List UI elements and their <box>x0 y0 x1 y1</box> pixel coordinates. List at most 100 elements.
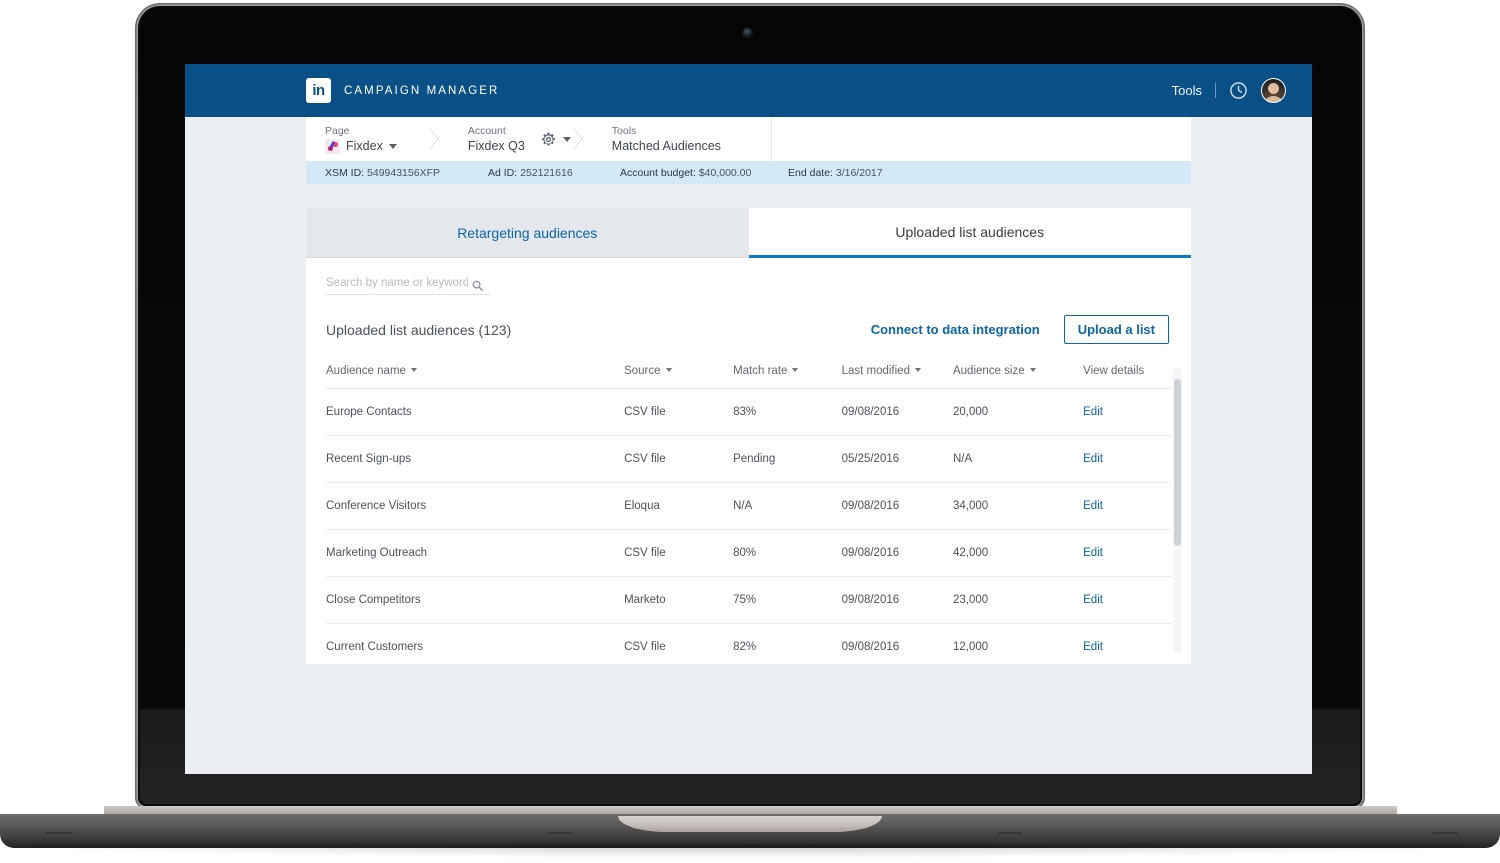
laptop-vent <box>1432 832 1458 836</box>
sort-caret-icon[interactable] <box>666 368 672 372</box>
search-input[interactable] <box>326 277 468 289</box>
column-label: View details <box>1083 365 1144 377</box>
info-account-budget: Account budget: $40,000.00 <box>620 167 788 179</box>
cell-source: CSV file <box>624 530 733 577</box>
table-row[interactable]: Recent Sign-ups CSV file Pending 05/25/2… <box>326 436 1171 483</box>
page-title: CAMPAIGN MANAGER <box>344 85 499 97</box>
clock-icon[interactable] <box>1229 81 1248 100</box>
laptop-shadow <box>0 844 1500 858</box>
content-wrap: Page Fixdex Account Fixdex Q3 <box>185 117 1312 664</box>
laptop-frame: in CAMPAIGN MANAGER Tools Page <box>138 6 1362 806</box>
edit-link[interactable]: Edit <box>1083 406 1103 418</box>
laptop-vent <box>45 832 73 836</box>
cell-match-rate: 82% <box>733 624 842 671</box>
column-header-audience-name[interactable]: Audience name <box>326 365 624 389</box>
cell-match-rate: 80% <box>733 530 842 577</box>
cell-audience-name: Marketing Outreach <box>326 530 624 577</box>
column-header-source[interactable]: Source <box>624 365 733 389</box>
list-header-row: Uploaded list audiences (123) Connect to… <box>326 315 1171 344</box>
breadcrumb-item-page[interactable]: Page Fixdex <box>306 117 427 161</box>
cell-view-details: Edit <box>1083 389 1171 436</box>
chevron-down-icon[interactable] <box>389 144 397 149</box>
sort-caret-icon[interactable] <box>411 368 417 372</box>
cell-audience-size: 12,000 <box>953 624 1083 671</box>
cell-audience-name: Close Competitors <box>326 577 624 624</box>
table-row[interactable]: Conference Visitors Eloqua N/A 09/08/201… <box>326 483 1171 530</box>
info-value: 3/16/2017 <box>836 167 883 179</box>
sort-caret-icon[interactable] <box>792 368 798 372</box>
info-ad-id: Ad ID: 252121616 <box>488 167 620 179</box>
cell-last-modified: 09/08/2016 <box>842 577 953 624</box>
info-end-date: End date: 3/16/2017 <box>788 167 883 179</box>
edit-link[interactable]: Edit <box>1083 547 1103 559</box>
app-header: in CAMPAIGN MANAGER Tools <box>185 64 1312 117</box>
table-row[interactable]: Marketing Outreach CSV file 80% 09/08/20… <box>326 530 1171 577</box>
list-title: Uploaded list audiences (123) <box>326 322 511 338</box>
connect-data-integration-link[interactable]: Connect to data integration <box>871 322 1040 337</box>
webcam-icon <box>743 28 752 37</box>
cell-match-rate: 75% <box>733 577 842 624</box>
list-actions: Connect to data integration Upload a lis… <box>871 315 1169 344</box>
edit-link[interactable]: Edit <box>1083 594 1103 606</box>
table-row[interactable]: Close Competitors Marketo 75% 09/08/2016… <box>326 577 1171 624</box>
cell-match-rate: 83% <box>733 389 842 436</box>
column-label: Audience name <box>326 365 406 377</box>
avatar[interactable] <box>1261 78 1286 103</box>
account-info-strip: XSM ID: 549943156XFP Ad ID: 252121616 Ac… <box>306 161 1191 184</box>
column-label: Match rate <box>733 365 787 377</box>
column-label: Last modified <box>842 365 910 377</box>
edit-link[interactable]: Edit <box>1083 453 1103 465</box>
column-header-audience-size[interactable]: Audience size <box>953 365 1083 389</box>
upload-a-list-button[interactable]: Upload a list <box>1064 315 1169 344</box>
info-xsm-id: XSM ID: 549943156XFP <box>325 167 488 179</box>
header-actions: Tools <box>1172 78 1294 103</box>
edit-link[interactable]: Edit <box>1083 500 1103 512</box>
tab-bar: Retargeting audiences Uploaded list audi… <box>306 208 1191 258</box>
sort-caret-icon[interactable] <box>915 368 921 372</box>
breadcrumb-tools-value: Matched Audiences <box>612 138 721 154</box>
cell-source: Marketo <box>624 577 733 624</box>
breadcrumb-separator <box>571 117 593 161</box>
breadcrumb-item-account[interactable]: Account Fixdex Q3 <box>449 117 555 161</box>
info-value: 252121616 <box>520 167 573 179</box>
audiences-panel: Uploaded list audiences (123) Connect to… <box>306 258 1191 664</box>
cell-last-modified: 09/08/2016 <box>842 624 953 671</box>
cell-source: CSV file <box>624 436 733 483</box>
column-header-last-modified[interactable]: Last modified <box>842 365 953 389</box>
laptop-vent <box>548 832 572 836</box>
header-tools-link[interactable]: Tools <box>1172 83 1202 98</box>
breadcrumb-separator <box>427 117 449 161</box>
cell-audience-size: 20,000 <box>953 389 1083 436</box>
breadcrumb-item-tools[interactable]: Tools Matched Audiences <box>593 117 751 161</box>
table-body: Europe Contacts CSV file 83% 09/08/2016 … <box>326 389 1171 671</box>
linkedin-logo-icon[interactable]: in <box>306 78 331 103</box>
cell-view-details: Edit <box>1083 530 1171 577</box>
search-icon[interactable] <box>472 278 483 289</box>
cell-last-modified: 09/08/2016 <box>842 530 953 577</box>
search-box[interactable] <box>326 277 490 295</box>
fixdex-logo-icon <box>325 139 340 154</box>
breadcrumb-page-label: Page <box>325 124 397 138</box>
info-label: Account budget: <box>620 167 696 179</box>
cell-audience-size: 34,000 <box>953 483 1083 530</box>
sort-caret-icon[interactable] <box>1030 368 1036 372</box>
laptop-base-body <box>0 814 1500 848</box>
breadcrumb-account-value: Fixdex Q3 <box>468 138 525 154</box>
edit-link[interactable]: Edit <box>1083 641 1103 653</box>
column-header-match-rate[interactable]: Match rate <box>733 365 842 389</box>
table-row[interactable]: Europe Contacts CSV file 83% 09/08/2016 … <box>326 389 1171 436</box>
info-label: XSM ID: <box>325 167 364 179</box>
table-head: Audience name Source Match rate Last mod… <box>326 365 1171 389</box>
table-scrollbar-thumb[interactable] <box>1174 379 1181 546</box>
audiences-table: Audience name Source Match rate Last mod… <box>326 365 1171 670</box>
info-value: $40,000.00 <box>699 167 752 179</box>
chevron-down-icon[interactable] <box>563 137 571 142</box>
tab-uploaded-list-audiences[interactable]: Uploaded list audiences <box>749 208 1192 258</box>
table-row[interactable]: Current Customers CSV file 82% 09/08/201… <box>326 624 1171 671</box>
laptop-base-notch <box>618 816 882 832</box>
breadcrumb-page-value-row: Fixdex <box>325 138 397 154</box>
tab-retargeting-audiences[interactable]: Retargeting audiences <box>306 208 749 258</box>
table-header-row: Audience name Source Match rate Last mod… <box>326 365 1171 389</box>
cell-view-details: Edit <box>1083 577 1171 624</box>
cell-view-details: Edit <box>1083 624 1171 671</box>
